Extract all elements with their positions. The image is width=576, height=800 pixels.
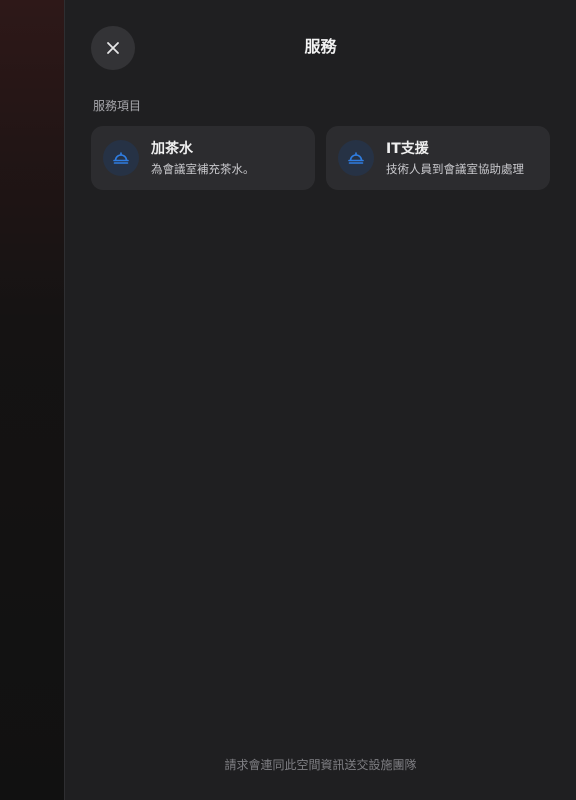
service-bell-icon bbox=[338, 140, 374, 176]
service-description: 為會議室補充茶水。 bbox=[151, 161, 255, 176]
service-cards: 加茶水 為會議室補充茶水。 IT支援 技術人員到會議室協助處理 bbox=[91, 126, 550, 190]
service-bell-icon bbox=[103, 140, 139, 176]
services-panel: 服務 服務項目 加茶水 為會議室補充茶水。 IT支援 技術人員到會議室協助處理 … bbox=[64, 0, 576, 800]
section-label: 服務項目 bbox=[93, 99, 142, 113]
service-card-tea[interactable]: 加茶水 為會議室補充茶水。 bbox=[91, 126, 315, 190]
service-title: IT支援 bbox=[386, 140, 429, 157]
page-title: 服務 bbox=[304, 37, 337, 56]
service-description: 技術人員到會議室協助處理 bbox=[386, 161, 524, 176]
service-title: 加茶水 bbox=[151, 140, 193, 157]
background-backdrop bbox=[0, 0, 64, 800]
footer-note: 請求會連同此空間資訊送交設施團隊 bbox=[224, 758, 417, 772]
service-card-it-support[interactable]: IT支援 技術人員到會議室協助處理 bbox=[326, 126, 550, 190]
